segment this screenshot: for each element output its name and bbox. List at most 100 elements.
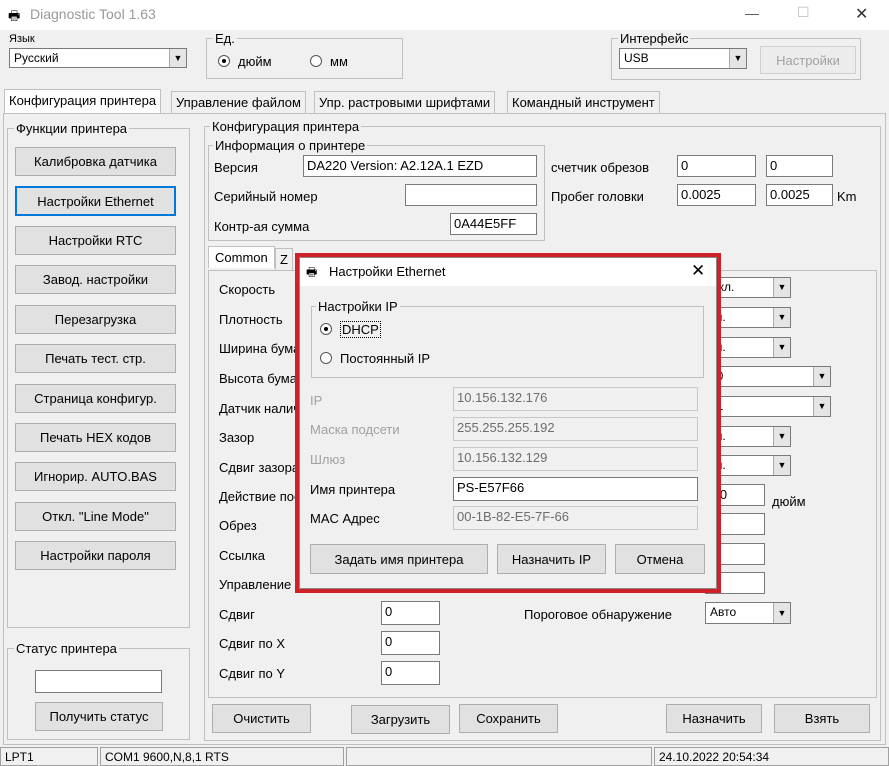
subtab-z[interactable]: Z	[275, 248, 293, 270]
dialog-title: Настройки Ethernet	[329, 264, 446, 279]
load-button[interactable]: Загрузить	[351, 705, 450, 734]
gateway-field[interactable]: 10.156.132.129	[453, 447, 698, 471]
radio-off-icon	[310, 55, 322, 67]
close-window-button[interactable]: ✕	[855, 4, 868, 24]
assign-button[interactable]: Назначить	[666, 704, 762, 733]
units-label: Ед.	[213, 31, 237, 46]
lang-select[interactable]: Русский ▼	[9, 48, 187, 68]
threshold-select[interactable]: Авто ▼	[705, 602, 791, 624]
radio-off-icon	[320, 352, 332, 364]
param-speed: Скорость	[219, 282, 276, 297]
print-hex-button[interactable]: Печать HEX кодов	[15, 423, 176, 452]
rtc-settings-button[interactable]: Настройки RTC	[15, 226, 176, 255]
mask-label: Маска подсети	[310, 422, 400, 437]
shift-x-field[interactable]: 0	[381, 631, 440, 655]
chevron-down-icon: ▼	[773, 278, 790, 297]
reboot-button[interactable]: Перезагрузка	[15, 305, 176, 334]
password-settings-button[interactable]: Настройки пароля	[15, 541, 176, 570]
param-gap-shift: Сдвиг зазора	[219, 460, 300, 475]
chevron-down-icon: ▼	[773, 456, 790, 475]
factory-reset-button[interactable]: Завод. настройки	[15, 265, 176, 294]
ip-settings-title: Настройки IP	[316, 299, 400, 314]
chevron-down-icon: ▼	[773, 427, 790, 446]
inch-radio[interactable]: дюйм	[218, 54, 272, 70]
tab-bitmap-fonts[interactable]: Упр. растровыми шрифтами	[314, 91, 496, 113]
sensor-select[interactable]: 01▼	[705, 396, 831, 417]
shift-y-label: Сдвиг по Y	[219, 666, 286, 681]
get-status-button[interactable]: Получить статус	[35, 702, 163, 731]
interface-value: USB	[624, 51, 649, 65]
dhcp-radio[interactable]: DHCP	[320, 321, 381, 338]
printer-status-group: Статус принтера Получить статус	[7, 641, 190, 740]
chevron-down-icon: ▼	[773, 308, 790, 327]
ethernet-dialog: 🖶 Настройки Ethernet ✕ Настройки IP DHCP…	[299, 257, 717, 589]
cancel-button[interactable]: Отмена	[615, 544, 705, 574]
head-mileage-1: 0.0025	[677, 184, 756, 206]
printer-status-title: Статус принтера	[14, 641, 119, 656]
interface-settings-button[interactable]: Настройки	[760, 46, 856, 74]
disable-line-mode-button[interactable]: Откл. "Line Mode"	[15, 502, 176, 531]
assign-ip-button[interactable]: Назначить IP	[497, 544, 606, 574]
window-title: Diagnostic Tool 1.63	[30, 6, 156, 22]
chevron-down-icon: ▼	[773, 338, 790, 357]
get-button[interactable]: Взять	[774, 704, 870, 733]
printer-name-field[interactable]: PS-E57F66	[453, 477, 698, 501]
cut-counter-2: 0	[766, 155, 833, 177]
inch-unit: дюйм	[772, 494, 806, 509]
lang-value: Русский	[14, 51, 59, 65]
param-density: Плотность	[219, 312, 283, 327]
title-bar: 🖶 Diagnostic Tool 1.63 — ☐ ✕	[0, 0, 889, 30]
minimize-button[interactable]: —	[745, 5, 759, 21]
ip-label: IP	[310, 393, 323, 408]
ignore-autobas-button[interactable]: Игнорир. AUTO.BAS	[15, 462, 176, 491]
clear-button[interactable]: Очистить	[212, 704, 311, 733]
shift-field[interactable]: 0	[381, 601, 440, 625]
mac-label: MAC Адрес	[310, 511, 380, 526]
tab-file-manager[interactable]: Управление файлом	[171, 91, 306, 113]
mask-field[interactable]: 255.255.255.192	[453, 417, 698, 441]
serial-label: Серийный номер	[214, 189, 318, 204]
mac-field[interactable]: 00-1B-82-E5-7F-66	[453, 506, 698, 530]
printer-functions-title: Функции принтера	[14, 121, 130, 136]
ip-field[interactable]: 10.156.132.176	[453, 387, 698, 411]
gateway-label: Шлюз	[310, 452, 346, 467]
config-page-button[interactable]: Страница конфигур.	[15, 384, 176, 413]
dialog-close-icon[interactable]: ✕	[691, 261, 705, 281]
head-mileage-label: Пробег головки	[551, 189, 644, 204]
set-printer-name-button[interactable]: Задать имя принтера	[310, 544, 488, 574]
tab-printer-config[interactable]: Конфигурация принтера	[4, 89, 162, 113]
chevron-down-icon: ▼	[729, 49, 746, 68]
dialog-title-bar: 🖶 Настройки Ethernet ✕	[300, 258, 716, 286]
radio-on-icon	[218, 55, 230, 67]
mm-radio[interactable]: мм	[310, 54, 348, 70]
shift-label: Сдвиг	[219, 607, 255, 622]
status-blank	[346, 747, 652, 766]
maximize-button[interactable]: ☐	[797, 4, 810, 21]
ethernet-settings-button[interactable]: Настройки Ethernet	[15, 186, 176, 216]
height-select[interactable]: 50▼	[705, 366, 831, 387]
checksum-field: 0A44E5FF	[450, 213, 537, 235]
printer-status-field	[35, 670, 162, 693]
print-test-page-button[interactable]: Печать тест. стр.	[15, 344, 176, 373]
param-control: Управление	[219, 577, 292, 592]
shift-y-field[interactable]: 0	[381, 661, 440, 685]
ip-settings-group: Настройки IP DHCP Постоянный IP	[311, 299, 704, 378]
printer-info-title: Информация о принтере	[213, 138, 368, 153]
param-cut: Обрез	[219, 518, 257, 533]
printer-name-label: Имя принтера	[310, 482, 396, 497]
app-icon: 🖶	[8, 8, 21, 23]
threshold-label: Пороговое обнаружение	[524, 607, 672, 622]
chevron-down-icon: ▼	[813, 397, 830, 416]
head-mileage-unit: Km	[837, 189, 857, 204]
serial-field	[405, 184, 537, 206]
tab-command-tool[interactable]: Командный инструмент	[507, 91, 660, 113]
static-ip-radio[interactable]: Постоянный IP	[320, 351, 430, 367]
status-time: 24.10.2022 20:54:34	[654, 747, 889, 766]
calibrate-sensor-button[interactable]: Калибровка датчика	[15, 147, 176, 176]
interface-select[interactable]: USB ▼	[619, 48, 747, 69]
subtab-common[interactable]: Common	[208, 246, 275, 268]
chevron-down-icon: ▼	[773, 603, 790, 623]
config-title: Конфигурация принтера	[210, 119, 362, 134]
head-mileage-2: 0.0025	[766, 184, 833, 206]
save-button[interactable]: Сохранить	[459, 704, 558, 733]
